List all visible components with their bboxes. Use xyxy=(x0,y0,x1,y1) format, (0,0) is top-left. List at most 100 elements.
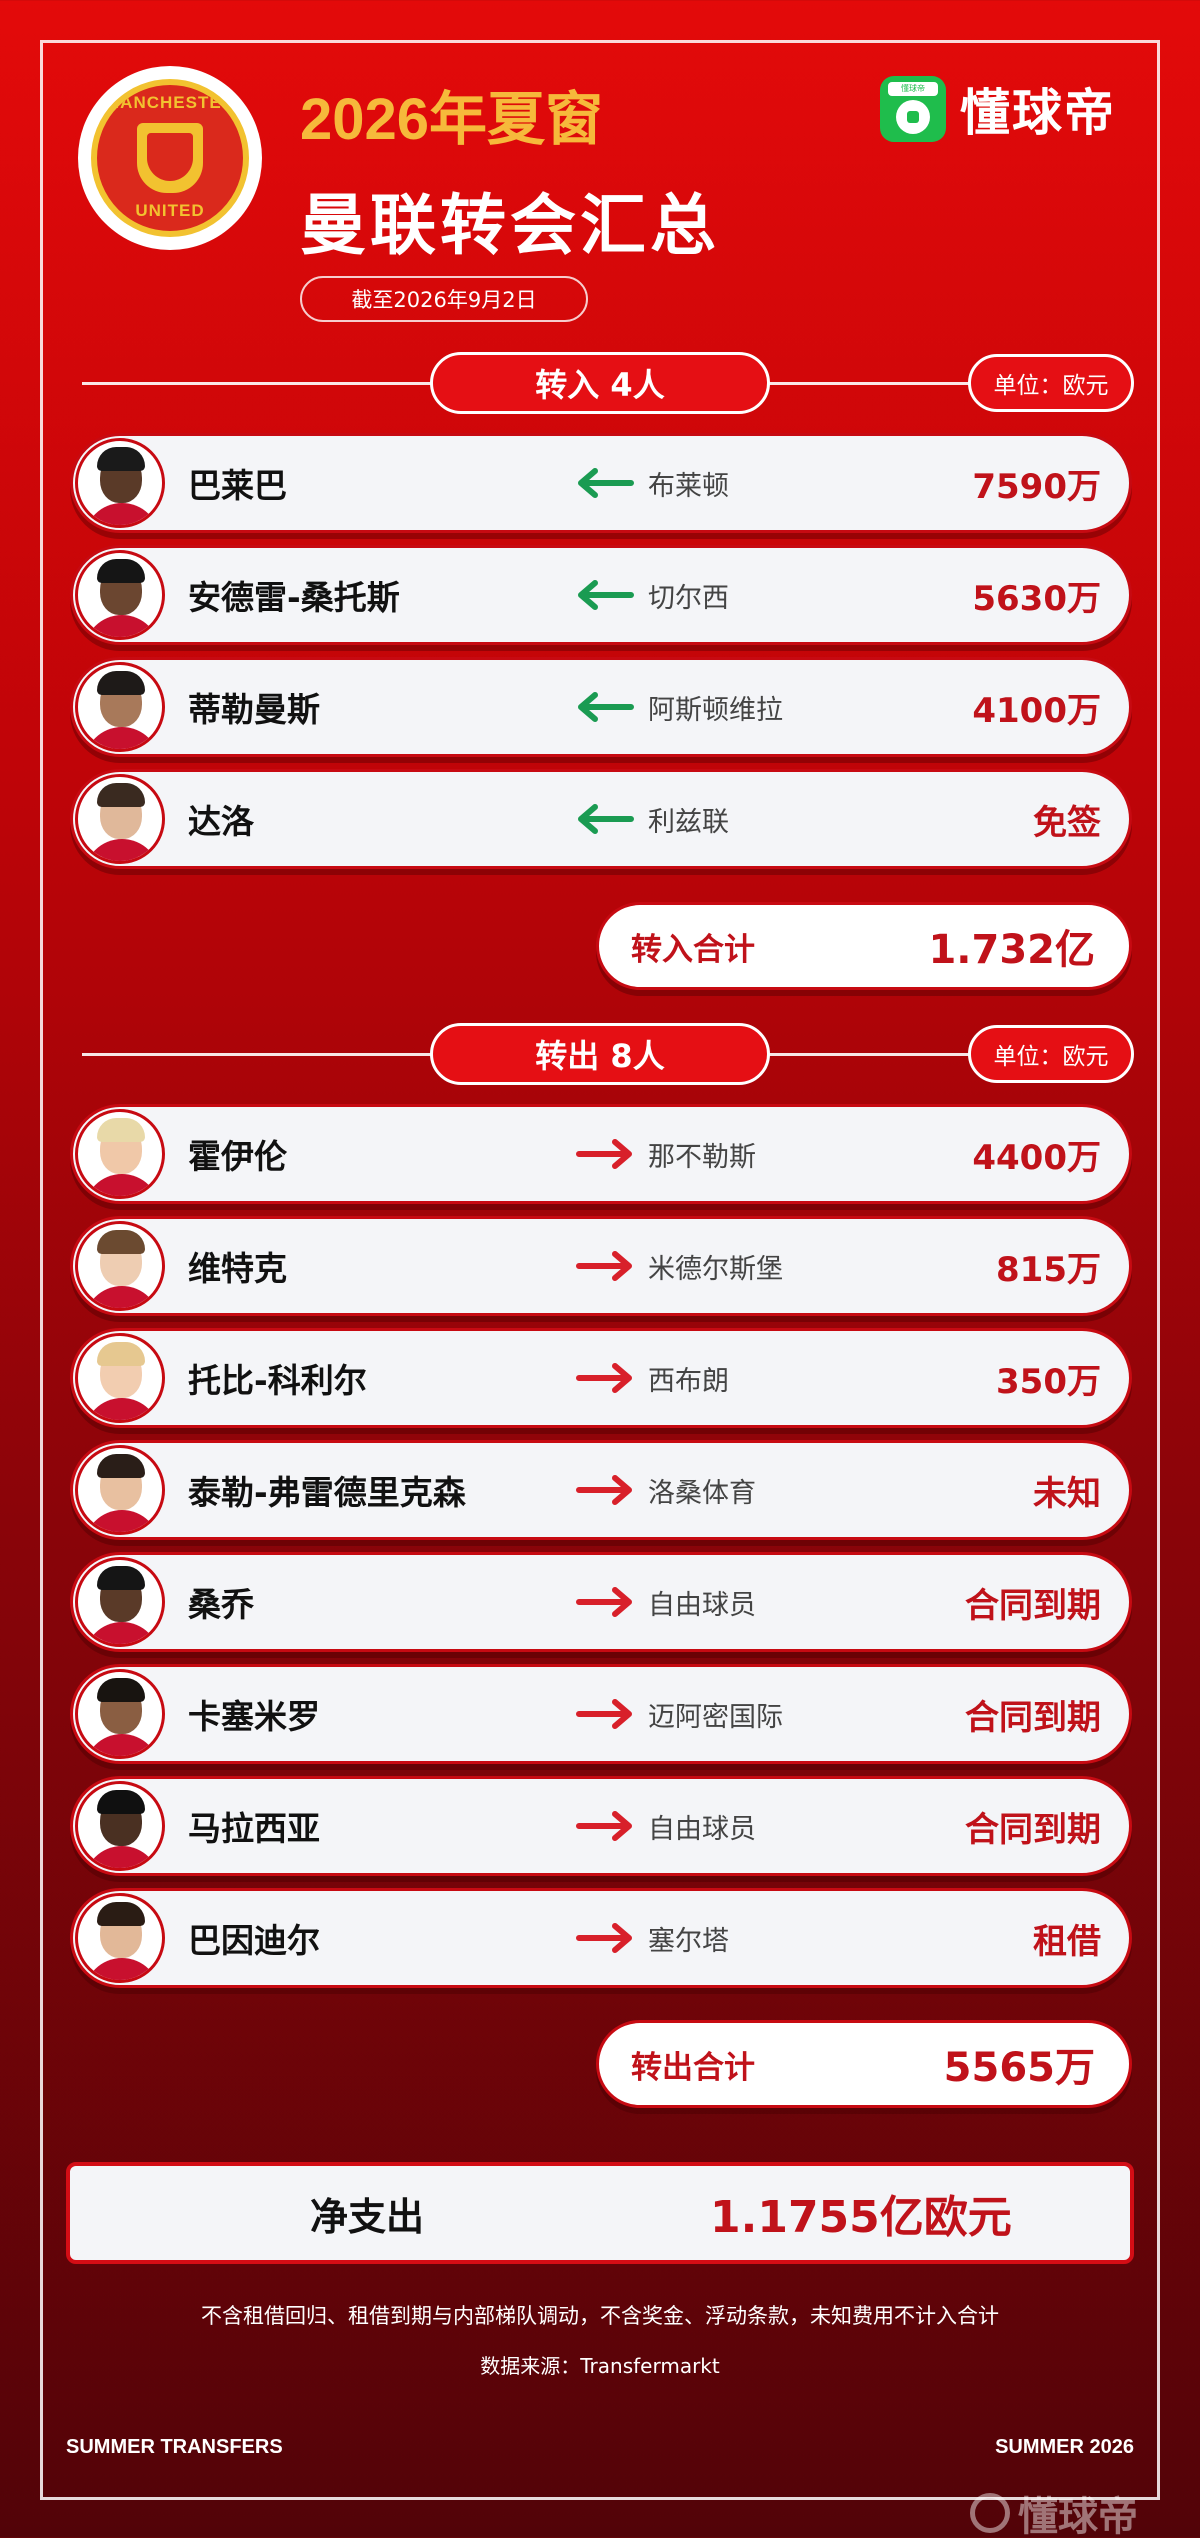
net-spend-value: 1.1755亿欧元 xyxy=(710,2192,1012,2243)
player-name: 霍伊伦 xyxy=(188,1137,287,1176)
footnote: 不含租借回归、租借到期与内部梯队调动，不含奖金、浮动条款，未知费用不计入合计 xyxy=(201,2304,999,2328)
crest-shield-icon xyxy=(137,123,203,193)
page-title: 曼联转会汇总 xyxy=(300,187,720,264)
player-avatar xyxy=(75,774,165,864)
arrow-left-icon xyxy=(578,580,634,610)
incoming-player-row: 达洛 利兹联 免签 xyxy=(70,769,1132,869)
transfer-fee: 4100万 xyxy=(972,690,1101,731)
outgoing-player-row: 霍伊伦 那不勒斯 4400万 xyxy=(70,1104,1132,1204)
arrow-right-icon xyxy=(576,1587,632,1617)
brand-name: 懂球帝 xyxy=(960,84,1116,142)
outgoing-player-row: 泰勒-弗雷德里克森 洛桑体育 未知 xyxy=(70,1440,1132,1540)
window-title: 2026年夏窗 xyxy=(300,87,604,152)
football-icon xyxy=(896,100,930,134)
arrow-left-icon xyxy=(578,804,634,834)
player-name: 蒂勒曼斯 xyxy=(188,690,320,729)
player-avatar xyxy=(75,1221,165,1311)
player-avatar xyxy=(75,1333,165,1423)
player-name: 巴莱巴 xyxy=(188,466,287,505)
incoming-unit-label: 单位：欧元 xyxy=(968,354,1134,412)
outgoing-player-row: 马拉西亚 自由球员 合同到期 xyxy=(70,1776,1132,1876)
player-avatar xyxy=(75,1781,165,1871)
transfer-fee: 合同到期 xyxy=(965,1697,1101,1738)
transfer-fee: 815万 xyxy=(996,1249,1101,1290)
arrow-right-icon xyxy=(576,1699,632,1729)
transfer-fee: 5630万 xyxy=(972,578,1101,619)
transfer-fee: 租借 xyxy=(1033,1921,1101,1962)
player-avatar xyxy=(75,1445,165,1535)
club-name: 利兹联 xyxy=(648,806,729,838)
arrow-left-icon xyxy=(578,692,634,722)
date-badge: 截至2026年9月2日 xyxy=(300,276,588,322)
outgoing-player-row: 维特克 米德尔斯堡 815万 xyxy=(70,1216,1132,1316)
player-avatar xyxy=(75,1557,165,1647)
transfer-fee: 350万 xyxy=(996,1361,1101,1402)
incoming-player-row: 巴莱巴 布莱顿 7590万 xyxy=(70,433,1132,533)
player-avatar xyxy=(75,1669,165,1759)
club-name: 阿斯顿维拉 xyxy=(648,694,783,726)
player-avatar xyxy=(75,1893,165,1983)
footer-right-label: SUMMER 2026 xyxy=(995,2436,1134,2458)
outgoing-total-box: 转出合计 5565万 xyxy=(596,2020,1132,2108)
incoming-player-row: 蒂勒曼斯 阿斯顿维拉 4100万 xyxy=(70,657,1132,757)
player-avatar xyxy=(75,550,165,640)
club-name: 洛桑体育 xyxy=(648,1477,756,1509)
arrow-right-icon xyxy=(576,1475,632,1505)
arrow-right-icon xyxy=(576,1251,632,1281)
club-crest-logo: MANCHESTER UNITED xyxy=(78,66,262,250)
club-name: 塞尔塔 xyxy=(648,1925,729,1957)
arrow-right-icon xyxy=(576,1923,632,1953)
club-name: 自由球员 xyxy=(648,1813,756,1845)
app-icon: 懂球帝 xyxy=(880,76,946,142)
arrow-left-icon xyxy=(578,468,634,498)
player-name: 马拉西亚 xyxy=(188,1809,320,1848)
player-name: 卡塞米罗 xyxy=(188,1697,320,1736)
transfer-fee: 合同到期 xyxy=(965,1585,1101,1626)
data-source: 数据来源：Transfermarkt xyxy=(480,2354,720,2378)
crest-text-bottom: UNITED xyxy=(135,201,205,220)
player-name: 桑乔 xyxy=(188,1585,254,1624)
player-avatar xyxy=(75,438,165,528)
watermark-text: 懂球帝 xyxy=(1018,2494,1138,2538)
player-name: 泰勒-弗雷德里克森 xyxy=(188,1473,466,1512)
incoming-total-box: 转入合计 1.732亿 xyxy=(596,902,1132,990)
incoming-section-title: 转入 4人 xyxy=(430,352,770,414)
incoming-total-label: 转入合计 xyxy=(631,931,755,968)
incoming-player-row: 安德雷-桑托斯 切尔西 5630万 xyxy=(70,545,1132,645)
player-name: 托比-科利尔 xyxy=(188,1361,367,1400)
club-name: 米德尔斯堡 xyxy=(648,1253,783,1285)
brand-logo: 懂球帝 懂球帝 xyxy=(880,76,1116,142)
crest-text-top: MANCHESTER xyxy=(105,93,235,112)
player-name: 维特克 xyxy=(188,1249,287,1288)
watermark: 懂球帝 xyxy=(970,2488,1138,2538)
net-spend-box: 净支出 1.1755亿欧元 xyxy=(66,2162,1134,2264)
outgoing-unit-label: 单位：欧元 xyxy=(968,1025,1134,1083)
transfer-fee: 免签 xyxy=(1033,802,1101,843)
transfer-fee: 合同到期 xyxy=(965,1809,1101,1850)
club-name: 自由球员 xyxy=(648,1589,756,1621)
footer-left-label: SUMMER TRANSFERS xyxy=(66,2436,283,2458)
player-name: 巴因迪尔 xyxy=(188,1921,320,1960)
arrow-right-icon xyxy=(576,1811,632,1841)
transfer-fee: 7590万 xyxy=(972,466,1101,507)
player-name: 达洛 xyxy=(188,802,254,841)
watermark-ball-icon xyxy=(970,2493,1010,2533)
transfer-fee: 4400万 xyxy=(972,1137,1101,1178)
outgoing-total-value: 5565万 xyxy=(943,2045,1095,2091)
app-icon-tag: 懂球帝 xyxy=(888,82,938,96)
arrow-right-icon xyxy=(576,1363,632,1393)
net-spend-label: 净支出 xyxy=(310,2194,425,2239)
club-name: 切尔西 xyxy=(648,582,729,614)
club-name: 迈阿密国际 xyxy=(648,1701,783,1733)
arrow-right-icon xyxy=(576,1139,632,1169)
outgoing-player-row: 桑乔 自由球员 合同到期 xyxy=(70,1552,1132,1652)
outgoing-section-title: 转出 8人 xyxy=(430,1023,770,1085)
outgoing-player-row: 巴因迪尔 塞尔塔 租借 xyxy=(70,1888,1132,1988)
club-name: 布莱顿 xyxy=(648,470,729,502)
outgoing-player-row: 托比-科利尔 西布朗 350万 xyxy=(70,1328,1132,1428)
outgoing-player-row: 卡塞米罗 迈阿密国际 合同到期 xyxy=(70,1664,1132,1764)
transfer-fee: 未知 xyxy=(1033,1473,1101,1514)
player-avatar xyxy=(75,662,165,752)
player-avatar xyxy=(75,1109,165,1199)
incoming-total-value: 1.732亿 xyxy=(928,927,1095,973)
